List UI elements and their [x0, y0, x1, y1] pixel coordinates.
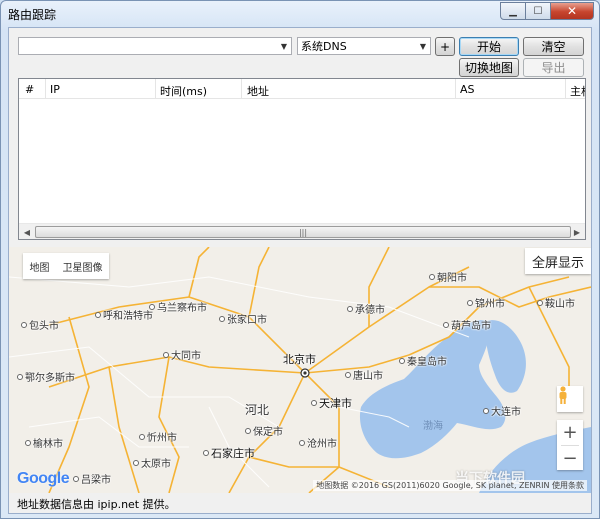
map-city-label: 呼和浩特市 — [95, 307, 153, 322]
map-city-label: 秦皇岛市 — [399, 353, 447, 368]
export-button[interactable]: 导出 — [523, 58, 584, 77]
export-label: 导出 — [541, 61, 566, 75]
column-header-address[interactable]: 地址 — [247, 83, 269, 99]
map-city-label: 大同市 — [163, 347, 201, 362]
start-button[interactable]: 开始 — [459, 37, 519, 56]
map-city-label: 唐山市 — [345, 367, 383, 382]
address-combobox[interactable]: ▼ — [18, 37, 292, 55]
fullscreen-label: 全屏显示 — [531, 255, 584, 271]
horizontal-scrollbar[interactable]: ◀ ||| ▶ — [19, 223, 585, 239]
client-area: ▼ 系统DNS ▼ + 开始 清空 切换地图 导出 # IP 时间(ms) 地址… — [8, 27, 592, 514]
fullscreen-button[interactable]: 全屏显示 — [525, 248, 591, 274]
window-title: 路由跟踪 — [8, 8, 57, 22]
scroll-right-icon[interactable]: ▶ — [569, 224, 585, 239]
map-attribution[interactable]: 地图数据 ©2016 GS(2011)6020 Google, SK plane… — [313, 480, 587, 491]
map-city-label: 张家口市 — [219, 311, 267, 326]
dns-select[interactable]: 系统DNS ▼ — [297, 37, 431, 55]
map-city-label: 朝阳市 — [429, 269, 467, 284]
map-city-label: 乌兰察布市 — [149, 299, 207, 314]
route-map[interactable]: 地图 卫星图像 全屏显示 朝阳市 锦州市 鞍山市 乌兰察布市 呼和浩特市 包头市… — [9, 247, 591, 493]
status-text: 地址数据信息由 ipip.net 提供。 — [17, 498, 176, 511]
column-header-index[interactable]: # — [25, 83, 34, 96]
map-city-label: 鞍山市 — [537, 295, 575, 310]
map-city-label: 承德市 — [347, 301, 385, 316]
close-icon: ✕ — [566, 4, 578, 18]
map-background — [9, 247, 591, 493]
title-bar: 路由跟踪 ▁ ☐ ✕ — [1, 1, 599, 25]
trace-results-table[interactable]: # IP 时间(ms) 地址 AS 主机 ◀ ||| ▶ — [18, 78, 586, 240]
column-header-ip[interactable]: IP — [50, 83, 60, 96]
map-city-label: 吕梁市 — [73, 471, 111, 486]
map-city-label: 榆林市 — [25, 435, 63, 450]
app-window: 路由跟踪 ▁ ☐ ✕ ▼ 系统DNS ▼ + 开始 清空 切换地图 导出 # I… — [0, 0, 600, 519]
column-header-time[interactable]: 时间(ms) — [160, 83, 207, 99]
map-city-label: 锦州市 — [467, 295, 505, 310]
map-region-label: 河北 — [245, 403, 270, 417]
map-city-label: 太原市 — [133, 455, 171, 470]
map-city-label: 大连市 — [483, 403, 521, 418]
map-city-label: 包头市 — [21, 317, 59, 332]
scrollbar-thumb[interactable]: ||| — [35, 226, 571, 238]
dns-select-value: 系统DNS — [301, 40, 347, 53]
table-header: # IP 时间(ms) 地址 AS 主机 — [19, 79, 585, 99]
toggle-map-label: 切换地图 — [464, 61, 513, 75]
map-city-label: 天津市 — [311, 395, 352, 411]
minimize-icon: ▁ — [509, 5, 517, 17]
map-city-label: 沧州市 — [299, 435, 337, 450]
map-city-label: 保定市 — [245, 423, 283, 438]
map-type-control: 地图 卫星图像 — [23, 253, 109, 279]
map-city-label: 石家庄市 — [203, 445, 255, 461]
map-type-map[interactable]: 地图 — [30, 259, 50, 274]
add-dns-button[interactable]: + — [435, 37, 455, 56]
column-header-host[interactable]: 主机 — [570, 83, 585, 99]
scroll-left-icon[interactable]: ◀ — [19, 224, 35, 239]
chevron-down-icon[interactable]: ▼ — [416, 42, 430, 51]
chevron-down-icon[interactable]: ▼ — [277, 42, 291, 51]
map-city-label: 忻州市 — [139, 429, 177, 444]
toggle-map-button[interactable]: 切换地图 — [459, 58, 519, 77]
map-city-label: 鄂尔多斯市 — [17, 369, 75, 384]
zoom-in-button[interactable]: + — [557, 420, 583, 445]
close-button[interactable]: ✕ — [550, 2, 594, 20]
street-view-button[interactable] — [557, 386, 583, 412]
clear-button[interactable]: 清空 — [523, 37, 584, 56]
minimize-button[interactable]: ▁ — [500, 2, 526, 20]
clear-label: 清空 — [541, 40, 566, 54]
map-type-satellite[interactable]: 卫星图像 — [63, 259, 103, 274]
zoom-control: + − — [557, 420, 583, 470]
maximize-icon: ☐ — [533, 5, 543, 17]
add-dns-label: + — [439, 39, 451, 54]
map-sea-label: 渤海 — [423, 421, 443, 432]
google-logo: Google — [17, 470, 70, 487]
start-label: 开始 — [476, 40, 501, 54]
window-controls: ▁ ☐ ✕ — [500, 2, 594, 20]
pegman-icon — [559, 386, 567, 404]
column-header-as[interactable]: AS — [460, 83, 475, 96]
map-city-label-capital: 北京市 — [283, 353, 316, 366]
maximize-button[interactable]: ☐ — [525, 2, 551, 20]
map-city-label: 葫芦岛市 — [443, 317, 491, 332]
